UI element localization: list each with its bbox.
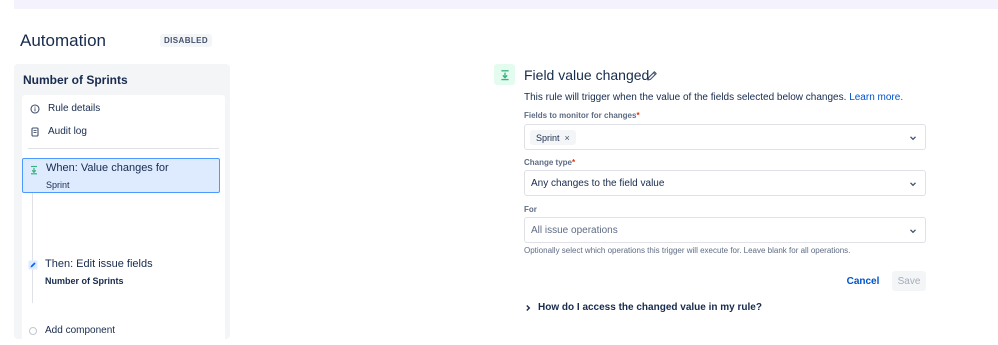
add-component-button[interactable]: Add component xyxy=(45,325,115,336)
chevron-right-icon xyxy=(526,304,531,311)
label-text: Fields to monitor for changes xyxy=(524,111,637,120)
top-banner xyxy=(14,0,998,9)
trigger-icon xyxy=(29,165,39,175)
step-action[interactable]: Then: Edit issue fields Number of Sprint… xyxy=(22,255,220,291)
edit-pencil-icon[interactable] xyxy=(646,69,658,81)
required-mark: * xyxy=(636,111,640,120)
sidebar-item-label: Audit log xyxy=(48,126,87,137)
chip-remove-icon[interactable]: × xyxy=(565,133,570,143)
trigger-icon xyxy=(494,64,515,85)
change-type-label: Change type* xyxy=(524,158,575,167)
save-button[interactable]: Save xyxy=(892,271,926,291)
chevron-down-icon xyxy=(910,182,916,187)
fields-monitor-label: Fields to monitor for changes* xyxy=(524,111,640,120)
step-title: Then: Edit issue fields xyxy=(45,258,153,270)
step-title: When: Value changes for xyxy=(46,162,169,174)
learn-more-link[interactable]: Learn more. xyxy=(849,92,903,103)
step-trigger-selected[interactable]: When: Value changes for Sprint xyxy=(22,158,220,193)
field-chip-sprint: Sprint × xyxy=(530,130,576,145)
info-icon xyxy=(30,103,40,114)
change-type-select[interactable]: Any changes to the field value xyxy=(524,170,926,196)
pencil-icon xyxy=(28,260,38,270)
cancel-button[interactable]: Cancel xyxy=(840,271,886,291)
for-select[interactable]: All issue operations xyxy=(524,217,926,243)
for-label: For xyxy=(524,205,537,214)
page-title: Automation xyxy=(20,31,106,50)
sidebar-item-label: Rule details xyxy=(48,103,101,114)
select-placeholder: All issue operations xyxy=(531,225,618,236)
rule-sidebar: Number of Sprints Rule details Audit log… xyxy=(14,64,230,345)
chevron-down-icon xyxy=(910,136,916,141)
faq-label: How do I access the changed value in my … xyxy=(538,302,762,313)
panel-title: Field value changed xyxy=(524,67,650,83)
description-text: This rule will trigger when the value of… xyxy=(524,92,847,103)
sidebar-item-audit-log[interactable]: Audit log xyxy=(30,126,87,137)
sidebar-item-rule-details[interactable]: Rule details xyxy=(30,103,100,114)
label-text: Change type xyxy=(524,158,573,167)
status-badge: DISABLED xyxy=(160,34,213,47)
select-value: Any changes to the field value xyxy=(531,178,665,189)
divider xyxy=(28,148,219,149)
rule-steps-card: Rule details Audit log When: Value chang… xyxy=(22,95,225,345)
fields-monitor-select[interactable]: Sprint × xyxy=(524,124,926,150)
chevron-down-icon xyxy=(910,229,916,234)
step-subtitle: Sprint xyxy=(46,180,70,190)
faq-expander[interactable]: How do I access the changed value in my … xyxy=(524,302,762,313)
document-icon xyxy=(30,126,40,137)
for-helper-text: Optionally select which operations this … xyxy=(524,246,851,255)
required-mark: * xyxy=(572,158,576,167)
step-subtitle: Number of Sprints xyxy=(45,276,124,286)
add-component-dot xyxy=(29,327,37,335)
rule-name: Number of Sprints xyxy=(23,73,128,87)
chip-label: Sprint xyxy=(536,132,560,143)
panel-description: This rule will trigger when the value of… xyxy=(524,92,903,103)
